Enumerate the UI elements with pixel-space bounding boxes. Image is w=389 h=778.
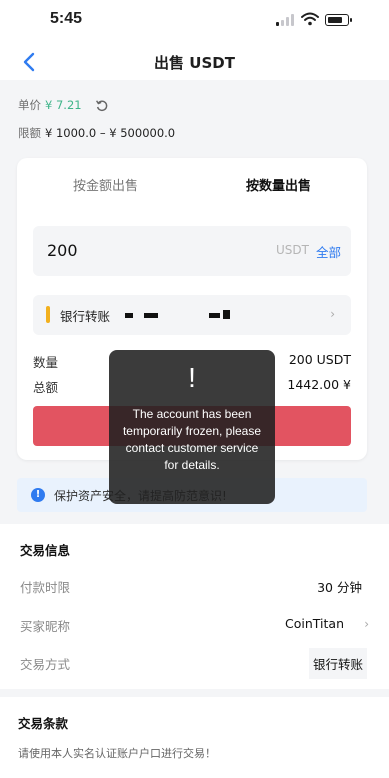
chevron-right-icon: ›: [330, 307, 335, 321]
buyer-chevron-right-icon: ›: [364, 617, 369, 631]
page-title: 出售 USDT: [154, 54, 235, 72]
method-label: 交易方式: [20, 657, 71, 672]
masked-account-1: [125, 313, 133, 318]
payment-method-selector[interactable]: 银行转账 ›: [33, 295, 351, 335]
price-label: 单价: [18, 98, 41, 112]
total-value: 1442.00 ¥: [287, 377, 351, 392]
payment-method-label: 银行转账: [60, 309, 111, 324]
signal-icon: [276, 14, 296, 26]
wifi-icon: [301, 12, 319, 26]
info-icon: !: [31, 488, 45, 502]
tab-sell-by-quantity[interactable]: 按数量出售: [246, 175, 311, 194]
terms-text: 请使用本人实名认证账户户口进行交易！: [18, 747, 216, 760]
limit-label: 限额: [18, 126, 41, 140]
quantity-input-value: 200: [47, 241, 78, 260]
quantity-label: 数量: [33, 355, 59, 370]
quantity-value: 200 USDT: [288, 352, 351, 367]
nav-bar: 出售 USDT: [0, 44, 389, 80]
masked-account-3: [209, 313, 220, 318]
quantity-input[interactable]: 200 USDT 全部: [33, 226, 351, 276]
price-row: 单价 ¥ 7.21: [18, 97, 109, 113]
buyer-label: 买家昵称: [20, 619, 71, 634]
total-label: 总额: [33, 380, 59, 395]
masked-account-4: [223, 310, 230, 319]
payment-time-label: 付款时限: [20, 580, 71, 595]
quantity-unit: USDT: [276, 243, 309, 257]
exclamation-icon: !: [188, 362, 196, 393]
method-value: 银行转账: [308, 648, 367, 679]
terms-title: 交易条款: [18, 716, 69, 731]
status-time: 5:45: [50, 10, 83, 27]
error-toast: ! The account has been temporarily froze…: [109, 350, 275, 504]
trade-info-title: 交易信息: [20, 543, 71, 558]
tab-sell-by-amount[interactable]: 按金额出售: [73, 175, 138, 194]
payment-method-marker: [46, 306, 50, 323]
battery-icon: [325, 14, 352, 26]
limit-row: 限额 ¥ 1000.0 – ¥ 500000.0: [18, 125, 175, 141]
terms-section: 交易条款 请使用本人实名认证账户户口进行交易！: [0, 697, 389, 778]
buyer-value[interactable]: CoinTitan: [285, 616, 344, 631]
payment-time-value: 30 分钟: [317, 580, 362, 595]
price-value: ¥ 7.21: [45, 98, 82, 112]
all-button[interactable]: 全部: [316, 242, 341, 261]
trade-info-section: 交易信息 付款时限 30 分钟 买家昵称 CoinTitan › 交易方式 银行…: [0, 524, 389, 689]
limit-value: ¥ 1000.0 – ¥ 500000.0: [45, 126, 176, 140]
toast-message: The account has been temporarily frozen,…: [122, 407, 262, 472]
masked-account-2: [144, 313, 158, 318]
status-bar: 5:45: [0, 0, 389, 44]
refresh-icon[interactable]: [95, 99, 109, 113]
